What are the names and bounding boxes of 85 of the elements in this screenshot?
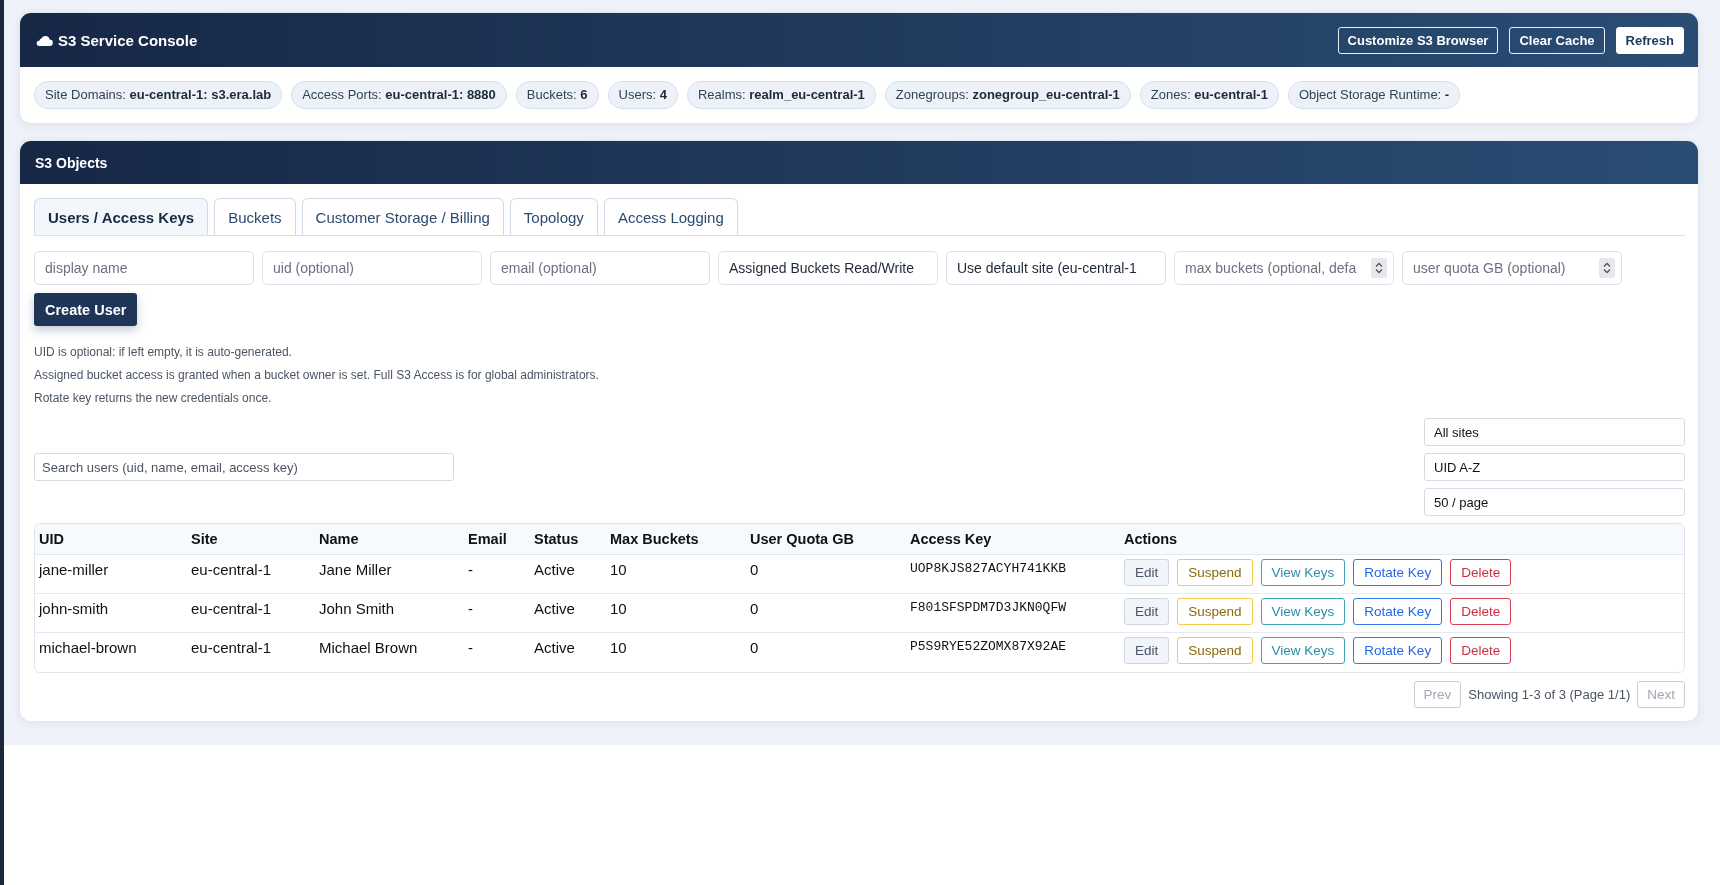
table-cell: 10 [606, 593, 746, 633]
spinner-icon[interactable] [1599, 258, 1615, 278]
summary-chip: Access Ports: eu-central-1: 8880 [291, 81, 507, 109]
number-field[interactable]: max buckets (optional, defa [1174, 251, 1394, 285]
help-text: UID is optional: if left empty, it is auto-generated. [34, 344, 292, 361]
summary-chip: Site Domains: eu-central-1: s3.era.lab [34, 81, 283, 109]
action-button[interactable]: View Keys [1260, 637, 1346, 664]
column-header: Status [530, 524, 606, 555]
summary-chip: Zones: eu-central-1 [1139, 81, 1279, 109]
action-button[interactable]: Edit [1124, 637, 1170, 664]
table-cell: 0 [746, 632, 906, 672]
spinner-icon[interactable] [1371, 258, 1387, 278]
input-field[interactable]: email (optional) [490, 251, 710, 285]
table-cell: Michael Brown [315, 632, 464, 672]
column-header: UID [35, 524, 187, 555]
filter-select[interactable]: UID A-Z [1424, 453, 1685, 481]
column-header: Max Buckets [606, 524, 746, 555]
table-cell: - [464, 632, 530, 672]
table-cell: eu-central-1 [187, 632, 315, 672]
table-cell: F801SFSPDM7D3JKN0QFW [906, 593, 1120, 633]
header-button[interactable]: Refresh [1615, 26, 1684, 54]
table-cell: John Smith [315, 593, 464, 633]
action-button[interactable]: Delete [1450, 598, 1512, 625]
table-cell: 10 [606, 554, 746, 594]
header-button[interactable]: Customize S3 Browser [1337, 26, 1499, 54]
action-button[interactable]: View Keys [1260, 598, 1346, 625]
summary-chip: Zonegroups: zonegroup_eu-central-1 [884, 81, 1131, 109]
number-field[interactable]: user quota GB (optional) [1402, 251, 1622, 285]
table-cell: jane-miller [35, 554, 187, 594]
input-field[interactable]: uid (optional) [262, 251, 482, 285]
tab[interactable]: Access Logging [603, 198, 738, 235]
header-button[interactable]: Clear Cache [1509, 26, 1605, 54]
table-cell: 10 [606, 632, 746, 672]
action-button[interactable]: Edit [1124, 559, 1170, 586]
table-cell: eu-central-1 [187, 593, 315, 633]
filter-select[interactable]: All sites [1424, 418, 1685, 446]
column-header: Email [464, 524, 530, 555]
column-header: Name [315, 524, 464, 555]
action-button[interactable]: View Keys [1260, 559, 1346, 586]
table-cell: john-smith [35, 593, 187, 633]
console-title: S3 Service Console [58, 31, 198, 49]
table-cell: eu-central-1 [187, 554, 315, 594]
action-button[interactable]: Edit [1124, 598, 1170, 625]
summary-chip: Users: 4 [607, 81, 678, 109]
column-header: User Quota GB [746, 524, 906, 555]
table-cell: Active [530, 593, 606, 633]
table-cell: P5S9RYE52ZOMX87X92AE [906, 632, 1120, 672]
table-cell: 0 [746, 554, 906, 594]
section-title: S3 Objects [35, 154, 108, 171]
action-button[interactable]: Suspend [1177, 559, 1253, 586]
select-field[interactable]: Assigned Buckets Read/Write [718, 251, 938, 285]
input-field[interactable]: display name [34, 251, 254, 285]
help-text: Rotate key returns the new credentials once. [34, 390, 272, 407]
summary-chip: Object Storage Runtime: - [1287, 81, 1461, 109]
action-button[interactable]: Delete [1450, 637, 1512, 664]
summary-chip: Buckets: 6 [515, 81, 599, 109]
create-user-button[interactable]: Create User [34, 293, 138, 326]
summary-chip: Realms: realm_eu-central-1 [686, 81, 876, 109]
tab[interactable]: Buckets [214, 198, 296, 235]
select-field[interactable]: Use default site (eu-central-1 [946, 251, 1166, 285]
action-button[interactable]: Delete [1450, 559, 1512, 586]
column-header: Actions [1120, 524, 1684, 555]
action-button[interactable]: Rotate Key [1353, 637, 1443, 664]
table-cell: michael-brown [35, 632, 187, 672]
action-button[interactable]: Rotate Key [1353, 598, 1443, 625]
pagination-info: Showing 1-3 of 3 (Page 1/1) [1468, 686, 1631, 702]
table-cell: - [464, 554, 530, 594]
tab[interactable]: Topology [509, 198, 598, 235]
action-button[interactable]: Suspend [1177, 598, 1253, 625]
table-cell: Active [530, 632, 606, 672]
table-cell: Jane Miller [315, 554, 464, 594]
help-text: Assigned bucket access is granted when a bucket owner is set. Full S3 Access is for global administrators. [34, 367, 599, 384]
table-cell: UOP8KJS827ACYH741KKB [906, 554, 1120, 594]
table-cell: Active [530, 554, 606, 594]
tab[interactable]: Users / Access Keys [34, 198, 209, 235]
action-button[interactable]: Suspend [1177, 637, 1253, 664]
filter-select[interactable]: 50 / page [1424, 488, 1685, 516]
tab[interactable]: Customer Storage / Billing [301, 198, 504, 235]
column-header: Access Key [906, 524, 1120, 555]
column-header: Site [187, 524, 315, 555]
cloud-icon [36, 34, 53, 46]
search-field[interactable]: Search users (uid, name, email, access key) [34, 453, 454, 481]
table-cell: 0 [746, 593, 906, 633]
action-button[interactable]: Rotate Key [1353, 559, 1443, 586]
table-cell: - [464, 593, 530, 633]
